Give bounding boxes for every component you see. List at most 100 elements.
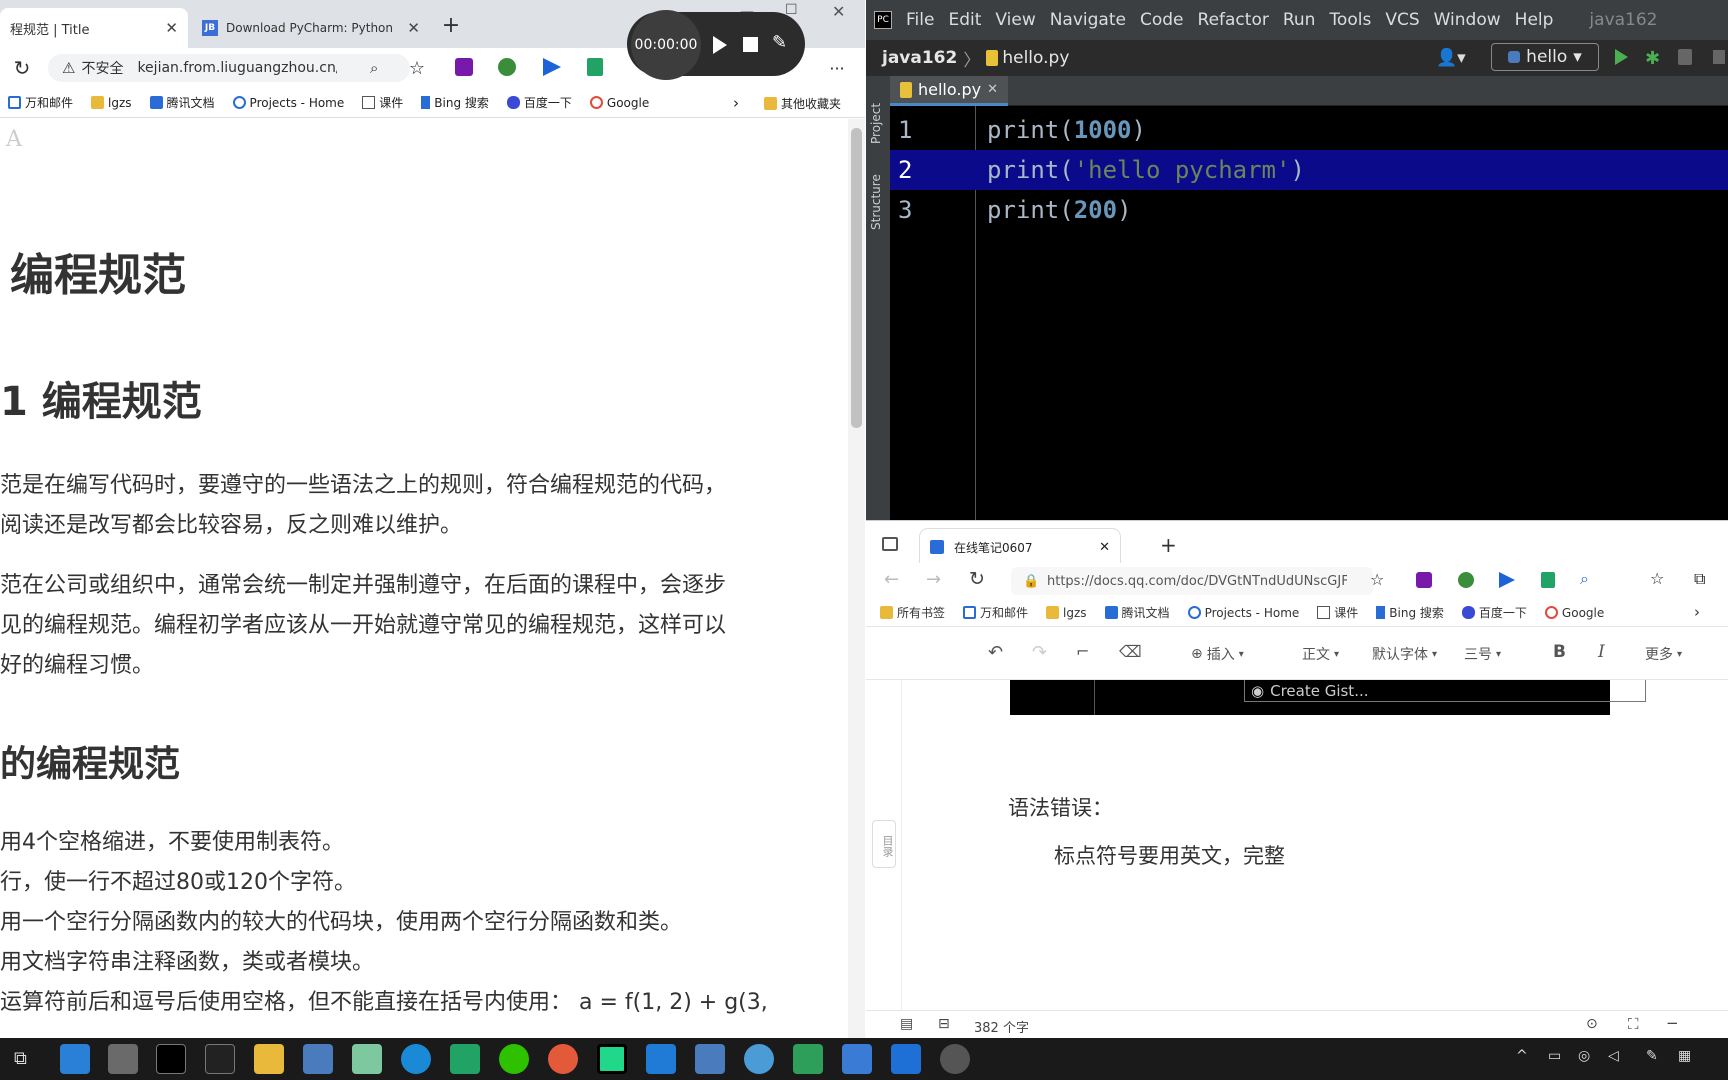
menu-help[interactable]: Help bbox=[1515, 10, 1554, 30]
tab-hello-py[interactable]: hello.py ✕ bbox=[890, 76, 1008, 106]
extension-icon[interactable] bbox=[1458, 572, 1474, 588]
task-view-icon[interactable]: ⧉ bbox=[14, 1048, 27, 1069]
tab-pycharm-download[interactable]: JB Download PyCharm: Python IDE ✕ bbox=[192, 8, 430, 48]
menu-tools[interactable]: Tools bbox=[1329, 10, 1371, 30]
zoom-out-icon[interactable]: − bbox=[1666, 1014, 1679, 1032]
debug-icon[interactable]: ✱ bbox=[1645, 48, 1660, 69]
tab-actions-icon[interactable] bbox=[882, 537, 898, 551]
eraser-icon[interactable]: ⌫ bbox=[1119, 642, 1142, 661]
app-icon[interactable] bbox=[695, 1044, 725, 1074]
menu-refactor[interactable]: Refactor bbox=[1198, 10, 1269, 30]
menu-file[interactable]: File bbox=[906, 10, 934, 30]
play-circle-icon[interactable]: ⊙ bbox=[1586, 1016, 1598, 1032]
pen-icon[interactable]: ✎ bbox=[772, 32, 787, 53]
app-icon[interactable] bbox=[842, 1044, 872, 1074]
bookmark-item[interactable]: Bing 搜索 bbox=[1376, 604, 1444, 621]
toc-button[interactable]: 目录 bbox=[872, 820, 896, 868]
font-size-icon[interactable]: A bbox=[6, 127, 22, 152]
bookmark-item[interactable]: Google bbox=[1544, 606, 1604, 620]
address-bar[interactable]: ⚠ 不安全 kejian.from.liuguangzhou.cn/p... ⌕ bbox=[48, 54, 410, 82]
bookmark-item[interactable]: 所有书签 bbox=[880, 604, 945, 621]
insert-menu[interactable]: ⊕ 插入 ▾ bbox=[1191, 644, 1244, 664]
chevron-right-icon[interactable]: › bbox=[1694, 603, 1700, 621]
app-icon[interactable] bbox=[744, 1044, 774, 1074]
bookmark-item[interactable]: Google bbox=[589, 96, 649, 110]
pycharm-taskbar-icon[interactable] bbox=[597, 1044, 627, 1074]
bookmark-item[interactable]: Projects - Home bbox=[232, 96, 344, 110]
project-tool-button[interactable]: Project bbox=[869, 84, 883, 144]
bookmark-item[interactable]: lgzs bbox=[1046, 606, 1087, 620]
new-tab-button[interactable]: + bbox=[1160, 533, 1177, 557]
powershell-icon[interactable] bbox=[205, 1044, 235, 1074]
collections-icon[interactable]: ⧉ bbox=[1694, 569, 1705, 589]
code-editor[interactable]: 1 print(1000) 2 print('hello pycharm') 3… bbox=[890, 106, 1728, 520]
bookmark-item[interactable]: Bing 搜索 bbox=[421, 94, 489, 111]
extension-icon[interactable] bbox=[587, 58, 603, 76]
address-bar[interactable]: 🔒 https://docs.qq.com/doc/DVGtNTndUdUNsc… bbox=[1011, 567, 1373, 595]
close-icon[interactable]: ✕ bbox=[987, 82, 998, 97]
chevron-right-icon[interactable]: › bbox=[733, 94, 739, 112]
bookmark-item[interactable]: 百度一下 bbox=[506, 94, 572, 111]
extension-icon[interactable] bbox=[498, 58, 516, 76]
stop-icon[interactable] bbox=[743, 37, 758, 52]
breadcrumb-project[interactable]: java162 bbox=[882, 48, 957, 68]
run-config-select[interactable]: hello ▾ bbox=[1491, 43, 1599, 71]
structure-tool-button[interactable]: Structure bbox=[869, 160, 883, 230]
app-icon[interactable] bbox=[940, 1044, 970, 1074]
doc-body[interactable]: 目录 ◉ Create Gist... 语法错误： 标点符号要用英文，完整 bbox=[866, 680, 1728, 1010]
close-window-icon[interactable]: ✕ bbox=[832, 2, 845, 21]
paragraph-style-select[interactable]: 正文 ▾ bbox=[1302, 644, 1339, 664]
menu-run[interactable]: Run bbox=[1283, 10, 1316, 30]
close-icon[interactable]: ✕ bbox=[165, 19, 178, 37]
back-icon[interactable]: ← bbox=[884, 569, 899, 590]
app-icon[interactable] bbox=[303, 1044, 333, 1074]
terminal-icon[interactable] bbox=[156, 1044, 186, 1074]
fullscreen-icon[interactable]: ⛶ bbox=[1628, 1015, 1639, 1033]
app-icon[interactable] bbox=[793, 1044, 823, 1074]
breadcrumb-file[interactable]: hello.py bbox=[1002, 48, 1069, 68]
play-icon[interactable] bbox=[713, 36, 727, 54]
bookmark-item[interactable]: 万和邮件 bbox=[8, 94, 73, 111]
tab-online-notes[interactable]: 在线笔记0607 ✕ bbox=[920, 529, 1120, 565]
battery-icon[interactable]: ▭ bbox=[1548, 1048, 1561, 1064]
extension-icon[interactable] bbox=[1499, 572, 1515, 588]
new-tab-button[interactable]: + bbox=[438, 12, 464, 38]
bookmark-item[interactable]: lgzs bbox=[91, 96, 132, 110]
reload-icon[interactable]: ↻ bbox=[969, 568, 985, 590]
extension-icon[interactable] bbox=[1541, 572, 1555, 588]
bookmark-item[interactable]: 百度一下 bbox=[1461, 604, 1527, 621]
code-line-selected[interactable]: 2 print('hello pycharm') bbox=[890, 150, 1728, 190]
coverage-icon[interactable] bbox=[1678, 49, 1692, 65]
menu-view[interactable]: View bbox=[995, 10, 1035, 30]
code-line[interactable]: 1 print(1000) bbox=[890, 110, 1728, 150]
run-icon[interactable] bbox=[1615, 49, 1628, 65]
menu-navigate[interactable]: Navigate bbox=[1050, 10, 1126, 30]
font-family-select[interactable]: 默认字体 ▾ bbox=[1372, 644, 1437, 664]
extension-icon[interactable] bbox=[543, 58, 561, 76]
bookmark-item[interactable]: 腾讯文档 bbox=[149, 94, 215, 111]
bold-button[interactable]: B bbox=[1553, 642, 1566, 662]
stop-icon[interactable] bbox=[1713, 50, 1725, 64]
favorites-icon[interactable]: ☆ bbox=[1650, 569, 1664, 588]
outline-icon[interactable]: ▤ bbox=[900, 1016, 913, 1032]
onenote-icon[interactable] bbox=[1416, 572, 1432, 588]
font-size-select[interactable]: 三号 ▾ bbox=[1464, 644, 1501, 664]
forward-icon[interactable]: → bbox=[926, 569, 941, 590]
vscode-icon[interactable] bbox=[646, 1044, 676, 1074]
page-layout-icon[interactable]: ⊟ bbox=[938, 1016, 950, 1032]
bookmark-item[interactable]: 腾讯文档 bbox=[1104, 604, 1170, 621]
edge-icon[interactable] bbox=[401, 1044, 431, 1074]
volume-icon[interactable]: ◁ bbox=[1608, 1048, 1619, 1064]
search-icon[interactable]: ⌕ bbox=[1580, 569, 1589, 589]
meeting-icon[interactable] bbox=[891, 1044, 921, 1074]
menu-edit[interactable]: Edit bbox=[948, 10, 981, 30]
bookmark-item[interactable]: 课件 bbox=[1317, 604, 1358, 621]
redo-icon[interactable]: ↷ bbox=[1032, 642, 1047, 663]
wechat-icon[interactable] bbox=[499, 1044, 529, 1074]
tab-title[interactable]: 程规范 | Title ✕ bbox=[0, 8, 188, 48]
code-line[interactable]: 3 print(200) bbox=[890, 190, 1728, 230]
italic-button[interactable]: I bbox=[1598, 642, 1605, 662]
bookmark-item[interactable]: 课件 bbox=[362, 94, 403, 111]
zoom-icon[interactable]: ⌕ bbox=[370, 59, 378, 77]
onenote-icon[interactable] bbox=[455, 58, 473, 76]
